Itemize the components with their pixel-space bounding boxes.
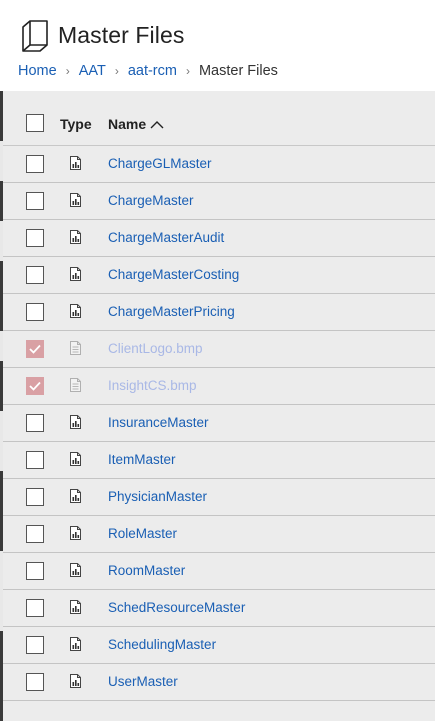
row-checkbox[interactable] xyxy=(26,266,44,284)
file-name-link[interactable]: ChargeMasterCosting xyxy=(108,267,239,282)
file-name-link[interactable]: RoleMaster xyxy=(108,526,177,541)
checkmark-icon xyxy=(29,381,41,391)
file-name-link[interactable]: ItemMaster xyxy=(108,452,176,467)
breadcrumb-separator: › xyxy=(65,64,70,78)
file-name-link[interactable]: SchedulingMaster xyxy=(108,637,216,652)
column-header-name[interactable]: Name xyxy=(108,116,164,132)
breadcrumb-separator: › xyxy=(185,64,190,78)
document-file-icon xyxy=(70,378,81,392)
file-row[interactable]: ChargeMasterCosting xyxy=(3,257,435,294)
row-checkbox[interactable] xyxy=(26,192,44,210)
sort-ascending-icon xyxy=(150,120,164,128)
file-name-link[interactable]: InsightCS.bmp xyxy=(108,378,197,393)
file-name-link[interactable]: ChargeMasterPricing xyxy=(108,304,235,319)
breadcrumb-separator: › xyxy=(114,64,119,78)
spreadsheet-file-icon xyxy=(70,674,81,688)
row-checkbox[interactable] xyxy=(26,562,44,580)
row-checkbox[interactable] xyxy=(26,229,44,247)
breadcrumb-aat-rcm[interactable]: aat-rcm xyxy=(128,63,177,79)
file-row[interactable]: RoomMaster xyxy=(3,553,435,590)
file-name-link[interactable]: RoomMaster xyxy=(108,563,185,578)
breadcrumb-aat[interactable]: AAT xyxy=(79,63,106,79)
spreadsheet-file-icon xyxy=(70,267,81,281)
file-row[interactable]: PhysicianMaster xyxy=(3,479,435,516)
file-name-link[interactable]: ClientLogo.bmp xyxy=(108,341,203,356)
file-name-link[interactable]: ChargeMaster xyxy=(108,193,194,208)
file-row[interactable]: SchedulingMaster xyxy=(3,627,435,664)
spreadsheet-file-icon xyxy=(70,600,81,614)
folder-outline-icon xyxy=(22,20,48,52)
row-checkbox[interactable] xyxy=(26,155,44,173)
file-name-link[interactable]: ChargeGLMaster xyxy=(108,156,212,171)
select-all-checkbox[interactable] xyxy=(26,114,44,132)
spreadsheet-file-icon xyxy=(70,563,81,577)
file-row[interactable]: ChargeMasterAudit xyxy=(3,220,435,257)
row-checkbox[interactable] xyxy=(26,377,44,395)
row-checkbox[interactable] xyxy=(26,673,44,691)
row-checkbox[interactable] xyxy=(26,488,44,506)
document-file-icon xyxy=(70,341,81,355)
page-title: Master Files xyxy=(58,21,185,48)
breadcrumb-home[interactable]: Home xyxy=(18,63,57,79)
column-header-type[interactable]: Type xyxy=(60,116,92,132)
spreadsheet-file-icon xyxy=(70,526,81,540)
file-row[interactable]: InsuranceMaster xyxy=(3,405,435,442)
spreadsheet-file-icon xyxy=(70,156,81,170)
spreadsheet-file-icon xyxy=(70,230,81,244)
breadcrumb-current: Master Files xyxy=(198,63,278,79)
file-row[interactable]: UserMaster xyxy=(3,664,435,701)
checkmark-icon xyxy=(29,344,41,354)
file-row[interactable]: ChargeGLMaster xyxy=(3,146,435,183)
file-row[interactable]: ChargeMaster xyxy=(3,183,435,220)
column-header-name-label: Name xyxy=(108,116,147,132)
file-row[interactable]: ChargeMasterPricing xyxy=(3,294,435,331)
row-checkbox[interactable] xyxy=(26,525,44,543)
file-name-link[interactable]: ChargeMasterAudit xyxy=(108,230,224,245)
row-checkbox[interactable] xyxy=(26,340,44,358)
row-checkbox[interactable] xyxy=(26,451,44,469)
row-checkbox[interactable] xyxy=(26,414,44,432)
file-name-link[interactable]: SchedResourceMaster xyxy=(108,600,245,615)
file-row[interactable]: SchedResourceMaster xyxy=(3,590,435,627)
file-row[interactable]: RoleMaster xyxy=(3,516,435,553)
spreadsheet-file-icon xyxy=(70,452,81,466)
title-row: Master Files xyxy=(18,18,184,52)
file-row[interactable]: ItemMaster xyxy=(3,442,435,479)
spreadsheet-file-icon xyxy=(70,637,81,651)
file-name-link[interactable]: PhysicianMaster xyxy=(108,489,207,504)
spreadsheet-file-icon xyxy=(70,193,81,207)
list-header: Type Name xyxy=(3,91,435,146)
file-row[interactable]: InsightCS.bmp xyxy=(3,368,435,405)
breadcrumb: Home › AAT › aat-rcm › Master Files xyxy=(18,61,278,81)
file-name-link[interactable]: UserMaster xyxy=(108,674,178,689)
file-row[interactable]: ClientLogo.bmp xyxy=(3,331,435,368)
spreadsheet-file-icon xyxy=(70,304,81,318)
spreadsheet-file-icon xyxy=(70,415,81,429)
row-checkbox[interactable] xyxy=(26,599,44,617)
row-checkbox[interactable] xyxy=(26,303,44,321)
page-header: Master Files Home › AAT › aat-rcm › Mast… xyxy=(0,0,435,91)
row-checkbox[interactable] xyxy=(26,636,44,654)
file-name-link[interactable]: InsuranceMaster xyxy=(108,415,209,430)
file-list: Type Name ChargeGLMaster ChargeMaster Char… xyxy=(3,91,435,721)
spreadsheet-file-icon xyxy=(70,489,81,503)
